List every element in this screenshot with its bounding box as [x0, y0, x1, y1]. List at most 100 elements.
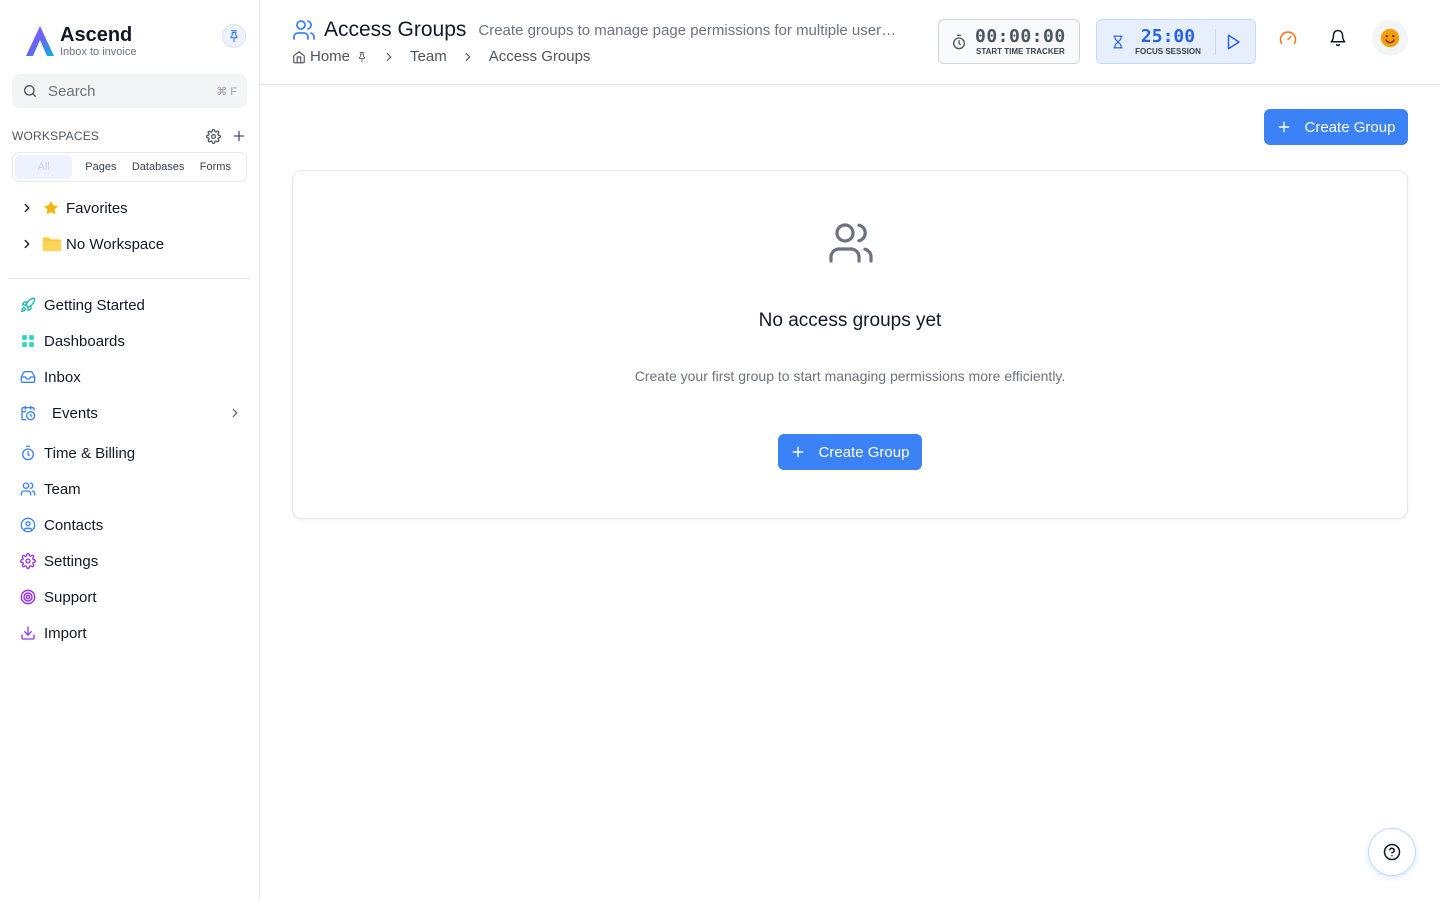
- play-icon: [1227, 34, 1240, 49]
- search-input[interactable]: Search ⌘ F: [12, 74, 247, 108]
- tree-item-label: Favorites: [66, 199, 128, 217]
- main-nav: Getting Started Dashboards Inbox Events …: [18, 293, 248, 645]
- grid-icon: [18, 334, 38, 348]
- stopwatch-icon: [953, 34, 965, 49]
- filter-tab-pages[interactable]: Pages: [72, 155, 129, 179]
- speed-button[interactable]: [1276, 26, 1300, 50]
- nav-item-dashboards[interactable]: Dashboards: [18, 329, 248, 353]
- inbox-icon: [18, 369, 38, 385]
- nav-item-import[interactable]: Import: [18, 621, 248, 645]
- breadcrumb-current: Access Groups: [488, 48, 591, 65]
- stopwatch-icon: [18, 445, 38, 461]
- brand-name: Ascend: [60, 24, 133, 46]
- chevron-right-icon: [382, 50, 396, 64]
- nav-item-settings[interactable]: Settings: [18, 549, 248, 573]
- search-shortcut: ⌘ F: [216, 85, 237, 98]
- focus-session-widget[interactable]: 25:00 FOCUS SESSION: [1096, 19, 1256, 64]
- home-icon: [293, 50, 305, 63]
- users-icon: [829, 223, 873, 263]
- nav-item-contacts[interactable]: Contacts: [18, 513, 248, 537]
- lifebuoy-icon: [18, 589, 38, 605]
- nav-item-getting-started[interactable]: Getting Started: [18, 293, 248, 317]
- plus-icon: [791, 445, 805, 459]
- gauge-icon: [1279, 31, 1297, 44]
- nav-item-label: Getting Started: [44, 296, 145, 314]
- top-header: Access Groups Create groups to manage pa…: [260, 0, 1440, 85]
- filter-tab-forms[interactable]: Forms: [187, 155, 244, 179]
- notifications-button[interactable]: [1326, 26, 1350, 50]
- nav-item-label: Support: [44, 588, 97, 606]
- star-icon: [42, 199, 62, 217]
- users-icon: [18, 481, 38, 497]
- avatar[interactable]: [1372, 20, 1408, 56]
- chevron-right-icon[interactable]: [18, 237, 36, 251]
- empty-state-card: No access groups yet Create your first g…: [292, 170, 1408, 519]
- users-icon: [293, 20, 315, 40]
- breadcrumb-home-label: Home: [310, 48, 351, 65]
- help-button[interactable]: [1368, 828, 1416, 876]
- page-description: Create groups to manage page permissions…: [478, 21, 904, 39]
- tree-item-favorites[interactable]: Favorites: [18, 196, 248, 220]
- nav-item-label: Import: [44, 624, 87, 642]
- breadcrumb-team[interactable]: Team: [410, 48, 447, 65]
- nav-item-label: Time & Billing: [44, 444, 136, 462]
- workspace-filter-tabs: All Pages Databases Forms: [12, 152, 247, 182]
- time-tracker-button[interactable]: 00:00:00 START TIME TRACKER: [938, 19, 1080, 64]
- filter-tab-all[interactable]: All: [15, 155, 73, 179]
- create-group-label: Create Group: [1304, 118, 1396, 136]
- search-placeholder: Search: [48, 82, 96, 100]
- search-icon: [24, 85, 36, 97]
- chevron-right-icon[interactable]: [228, 406, 242, 420]
- gear-icon: [18, 553, 38, 569]
- play-button[interactable]: [1224, 33, 1242, 51]
- nav-item-team[interactable]: Team: [18, 477, 248, 501]
- breadcrumb: Home Team Access Groups: [292, 48, 590, 65]
- nav-item-support[interactable]: Support: [18, 585, 248, 609]
- nav-item-label: Dashboards: [44, 332, 125, 350]
- bell-icon: [1330, 29, 1346, 47]
- workspace-settings-button[interactable]: [205, 128, 221, 144]
- add-workspace-button[interactable]: [231, 128, 247, 144]
- gear-icon: [205, 128, 221, 144]
- nav-item-label: Settings: [44, 552, 99, 570]
- folder-icon: [42, 235, 62, 253]
- brand[interactable]: Ascend Inbox to invoice: [24, 24, 136, 58]
- breadcrumb-home[interactable]: Home: [292, 48, 368, 65]
- nav-item-label: Events: [52, 404, 98, 422]
- nav-item-label: Contacts: [44, 516, 104, 534]
- workspaces-title: WORKSPACES: [12, 129, 100, 143]
- nav-item-events[interactable]: Events: [18, 401, 248, 425]
- focus-value: 25:00: [1140, 25, 1196, 47]
- plus-icon: [233, 130, 245, 142]
- filter-tab-databases[interactable]: Databases: [130, 155, 187, 179]
- nav-item-label: Team: [44, 480, 81, 498]
- create-group-button[interactable]: Create Group: [778, 434, 922, 470]
- app-root: Ascend Inbox to invoice Search ⌘ F WORKS…: [0, 0, 1440, 900]
- chevron-right-icon[interactable]: [18, 201, 36, 215]
- create-group-label: Create Group: [818, 443, 910, 461]
- chevron-right-icon: [461, 50, 475, 64]
- brand-tagline: Inbox to invoice: [60, 46, 137, 58]
- tree-item-no-workspace[interactable]: No Workspace: [18, 232, 248, 256]
- timer-value: 00:00:00: [975, 25, 1066, 47]
- nav-item-inbox[interactable]: Inbox: [18, 365, 248, 389]
- tree-item-label: No Workspace: [66, 235, 165, 253]
- workspaces-header: WORKSPACES: [12, 128, 247, 144]
- focus-label: FOCUS SESSION: [1135, 46, 1201, 56]
- rocket-icon: [18, 297, 38, 313]
- user-circle-icon: [18, 517, 38, 533]
- pin-sidebar-button[interactable]: [222, 24, 246, 48]
- pin-icon[interactable]: [356, 51, 368, 63]
- hourglass-icon: [1113, 35, 1123, 48]
- ascend-logo-icon: [26, 26, 54, 56]
- calendar-clock-icon: [18, 405, 38, 421]
- create-group-button[interactable]: Create Group: [1264, 109, 1408, 145]
- nav-item-label: Inbox: [44, 368, 81, 386]
- sidebar: Ascend Inbox to invoice Search ⌘ F WORKS…: [0, 0, 260, 900]
- title-row: Access Groups Create groups to manage pa…: [292, 18, 912, 42]
- help-circle-icon: [1383, 843, 1401, 861]
- plus-icon: [1277, 120, 1291, 134]
- nav-item-time-billing[interactable]: Time & Billing: [18, 441, 248, 465]
- download-icon: [18, 625, 38, 641]
- empty-state-title: No access groups yet: [758, 310, 942, 331]
